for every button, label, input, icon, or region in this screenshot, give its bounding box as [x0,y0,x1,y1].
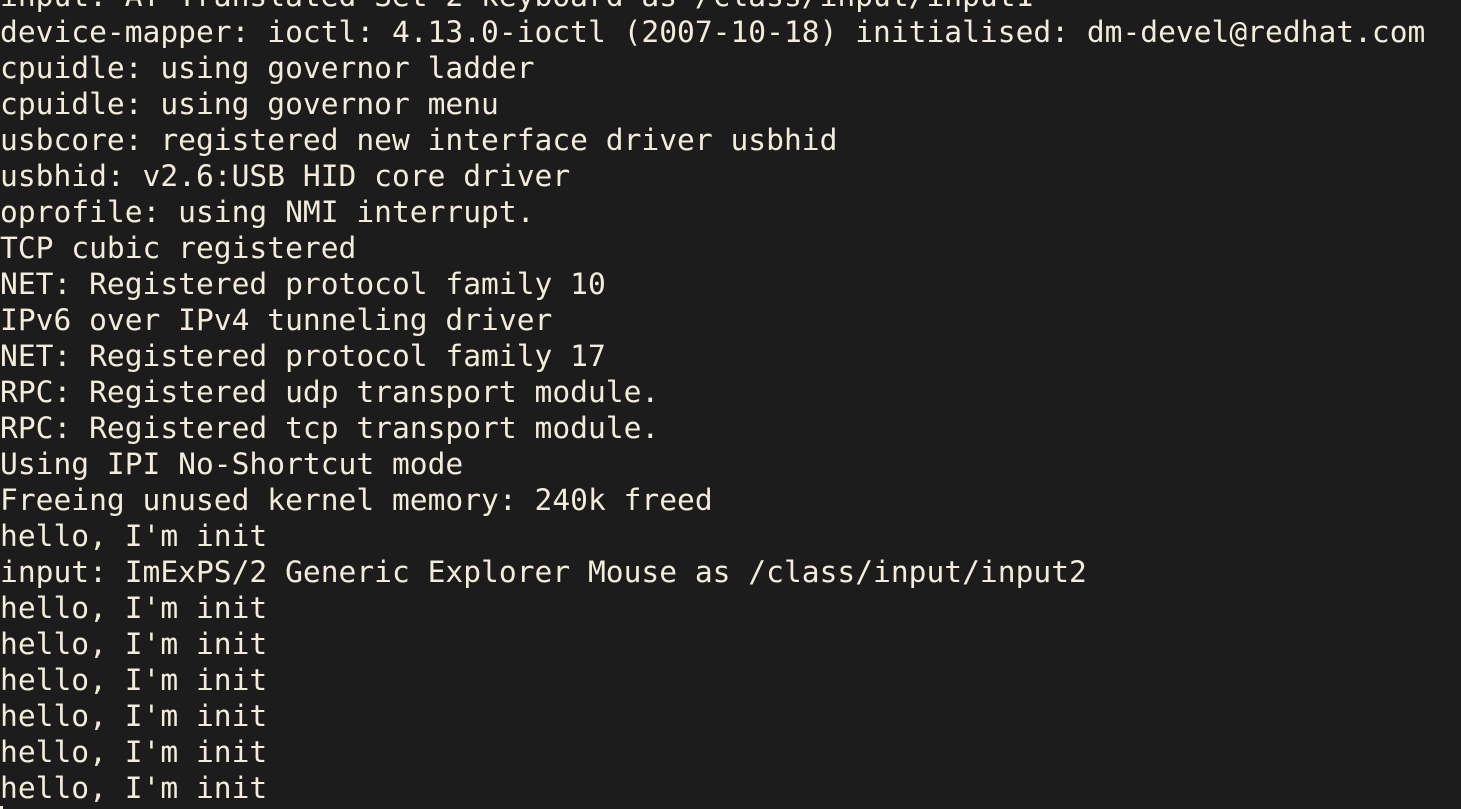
console-line: cpuidle: using governor ladder [0,51,535,85]
console-line: hello, I'm init [0,771,268,805]
console-line: TCP cubic registered [0,231,357,265]
console-output: input: AT Translated Set 2 keyboard as /… [0,0,1461,806]
console-line: Freeing unused kernel memory: 240k freed [0,483,713,517]
console-line: oprofile: using NMI interrupt. [0,195,535,229]
console-line: hello, I'm init [0,627,268,661]
console-line: NET: Registered protocol family 17 [0,339,606,373]
console-line: IPv6 over IPv4 tunneling driver [0,303,553,337]
console-line: input: AT Translated Set 2 keyboard as /… [0,0,1461,14]
console-line: hello, I'm init [0,663,268,697]
console-line: device-mapper: ioctl: 4.13.0-ioctl (2007… [0,15,1426,49]
console-line: NET: Registered protocol family 10 [0,267,606,301]
console-line: RPC: Registered tcp transport module. [0,411,660,445]
terminal-console[interactable]: input: AT Translated Set 2 keyboard as /… [0,0,1461,809]
console-line: usbcore: registered new interface driver… [0,123,838,157]
console-line: hello, I'm init [0,519,268,553]
console-line: RPC: Registered udp transport module. [0,375,660,409]
console-line: usbhid: v2.6:USB HID core driver [0,159,571,193]
console-line: hello, I'm init [0,699,268,733]
console-line: hello, I'm init [0,735,268,769]
console-line: cpuidle: using governor menu [0,87,499,121]
console-line: input: ImExPS/2 Generic Explorer Mouse a… [0,555,1087,589]
console-line: Using IPI No-Shortcut mode [0,447,464,481]
console-line: hello, I'm init [0,591,268,625]
